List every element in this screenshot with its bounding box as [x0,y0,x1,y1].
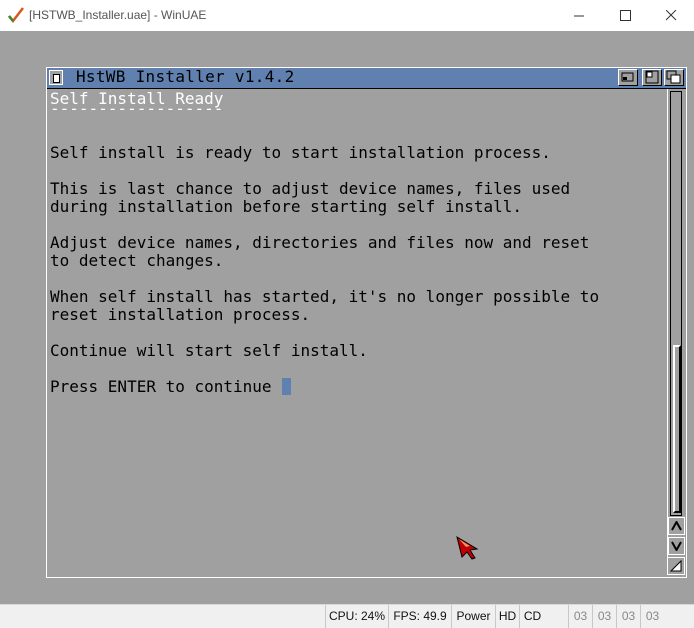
iconify-icon [621,72,634,82]
shell-titlebar[interactable]: HstWB Installer v1.4.2 [47,67,686,89]
depth-gadget[interactable] [664,69,684,86]
power-led: Power [451,605,495,628]
console-line: Self install is ready to start installat… [50,143,551,162]
cd-led: CD [519,605,545,628]
zoom-gadget[interactable] [642,69,662,86]
console-line: Adjust device names, directories and fil… [50,233,590,252]
console-line: during installation before starting self… [50,197,523,216]
status-bar: CPU: 24% FPS: 49.9 Power HD CD 03 03 03 … [0,604,694,628]
df3-track[interactable]: 03 [640,605,664,628]
console-line: reset installation process. [50,305,311,324]
amiga-mouse-pointer-icon [455,535,481,561]
df2-track[interactable]: 03 [616,605,640,628]
close-icon [665,10,677,21]
winuae-checkmark-icon [8,7,24,24]
hd-led: HD [495,605,519,628]
close-button[interactable] [648,0,694,31]
minimize-icon [573,10,585,21]
console-line: This is last chance to adjust device nam… [50,179,571,198]
maximize-button[interactable] [602,0,648,31]
text-cursor [282,378,292,395]
shell-title: HstWB Installer v1.4.2 [76,67,295,86]
scrollbar-knob[interactable] [673,345,681,513]
close-gadget-icon [53,74,60,83]
window-titlebar[interactable]: [HSTWB_Installer.uae] - WinUAE [0,0,694,32]
shell-close-gadget[interactable] [49,70,63,85]
scroll-down-button[interactable] [668,537,685,555]
scrollbar-track[interactable] [670,91,682,516]
depth-icon [666,70,681,84]
resize-gadget[interactable] [667,557,685,575]
heading-underline: ------------------ [50,99,224,118]
arrow-up-icon [671,521,682,531]
console-output[interactable]: Self Install Ready ------------------ Se… [50,89,666,575]
fps-indicator: FPS: 49.9 [388,605,451,628]
minimize-button[interactable] [556,0,602,31]
prompt-text: Press ENTER to continue [50,377,282,396]
console-line: When self install has started, it's no l… [50,287,600,306]
shell-window[interactable]: HstWB Installer v1.4.2 Self Install Read… [46,67,687,578]
amiga-screen[interactable]: HstWB Installer v1.4.2 Self Install Read… [0,31,694,604]
window-title: [HSTWB_Installer.uae] - WinUAE [29,8,207,22]
console-line: to detect changes. [50,251,224,270]
scroll-up-button[interactable] [668,517,685,535]
arrow-down-icon [671,541,682,551]
prompt-line: Press ENTER to continue [50,377,292,396]
df1-track[interactable]: 03 [592,605,616,628]
console-line: Continue will start self install. [50,341,368,360]
vertical-scrollbar[interactable] [667,89,686,575]
cpu-indicator: CPU: 24% [325,605,388,628]
maximize-icon [619,10,631,21]
resize-icon [669,559,682,572]
iconify-gadget[interactable] [618,69,638,86]
df0-track[interactable]: 03 [568,605,592,628]
zoom-icon [645,70,659,84]
